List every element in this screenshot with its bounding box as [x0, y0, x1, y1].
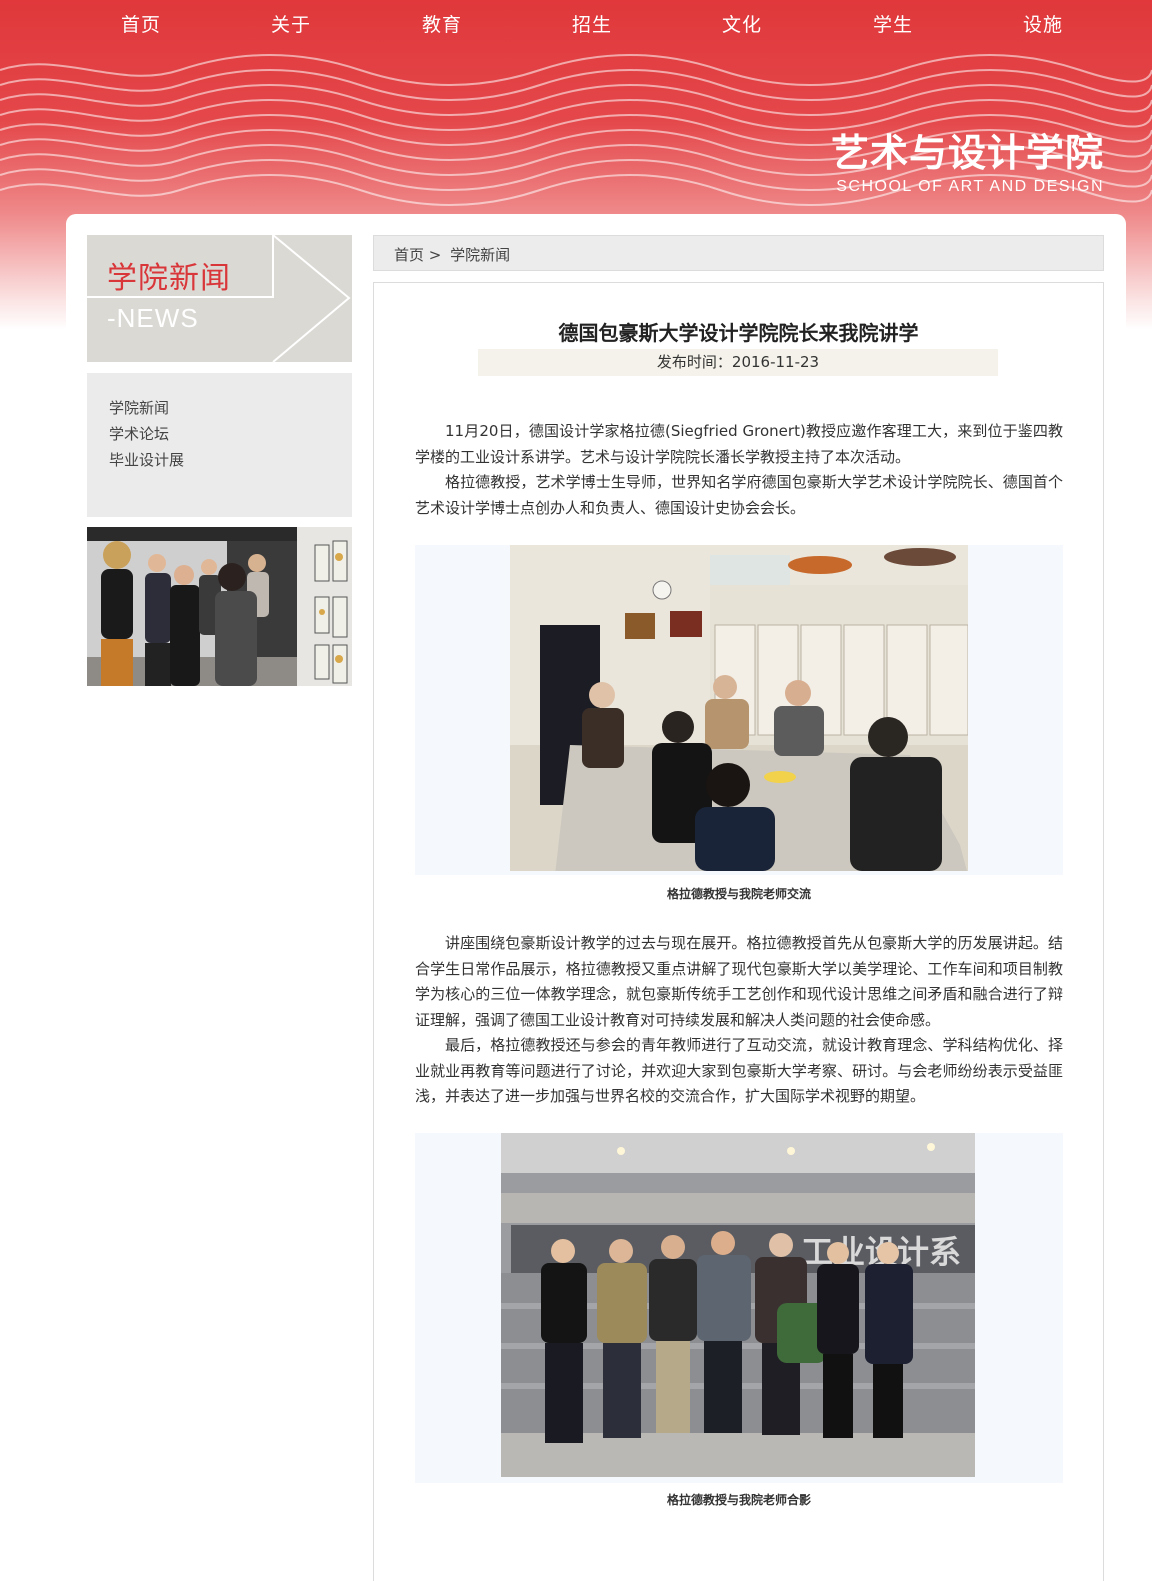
figure-1-caption: 格拉德教授与我院老师交流 [666, 887, 811, 901]
sidebar-title: 学院新闻 [107, 261, 231, 296]
sidebar-menu: 学院新闻 学术论坛 毕业设计展 [87, 373, 352, 517]
logo-english: SCHOOL OF ART AND DESIGN [836, 178, 1104, 195]
breadcrumb-home[interactable]: 首页 [394, 246, 424, 264]
breadcrumb: 首页 > 学院新闻 [373, 235, 1104, 271]
nav-home[interactable]: 首页 [91, 10, 191, 37]
nav-facilities[interactable]: 设施 [993, 10, 1093, 37]
figure-2: 工业设计系 [415, 1133, 1063, 1483]
nav-about[interactable]: 关于 [241, 10, 341, 37]
sidebar-header: 学院新闻 -NEWS [87, 235, 352, 362]
breadcrumb-separator: > [428, 246, 442, 264]
sidebar-item-graduation[interactable]: 毕业设计展 [109, 447, 352, 473]
publish-date: 发布时间：2016-11-23 [478, 349, 998, 376]
figure-1 [415, 545, 1063, 875]
sidebar-subtitle: -NEWS [107, 303, 199, 333]
meeting-photo [510, 545, 968, 871]
logo-chinese: 艺术与设计学院 [830, 131, 1104, 175]
sidebar-item-forum[interactable]: 学术论坛 [109, 421, 352, 447]
article-paragraph: 讲座围绕包豪斯设计教学的过去与现在展开。格拉德教授首先从包豪斯大学的历发展讲起。… [415, 934, 1063, 1029]
breadcrumb-current[interactable]: 学院新闻 [450, 246, 510, 264]
nav-culture[interactable]: 文化 [692, 10, 792, 37]
main-nav: 首页 关于 教育 招生 文化 学生 设施 [0, 0, 1152, 48]
sidebar-photo [87, 527, 352, 686]
group-photo: 工业设计系 [501, 1133, 975, 1477]
nav-students[interactable]: 学生 [843, 10, 943, 37]
content-container: 学院新闻 -NEWS 学院新闻 学术论坛 毕业设计展 首页 > 学院新闻 德国包… [66, 214, 1126, 1581]
article-panel: 德国包豪斯大学设计学院院长来我院讲学 发布时间：2016-11-23 11月20… [373, 282, 1104, 1581]
nav-education[interactable]: 教育 [392, 10, 492, 37]
article-title: 德国包豪斯大学设计学院院长来我院讲学 [558, 321, 919, 345]
figure-2-caption: 格拉德教授与我院老师合影 [666, 1493, 811, 1507]
article-paragraph: 11月20日，德国设计学家格拉德(Siegfried Gronert)教授应邀作… [415, 422, 1063, 466]
sidebar-item-news[interactable]: 学院新闻 [109, 395, 352, 421]
article-paragraph: 格拉德教授，艺术学博士生导师，世界知名学府德国包豪斯大学艺术设计学院院长、德国首… [415, 473, 1063, 517]
school-logo[interactable]: 艺术与设计学院 SCHOOL OF ART AND DESIGN [831, 132, 1104, 196]
article-paragraph: 最后，格拉德教授还与参会的青年教师进行了互动交流，就设计教育理念、学科结构优化、… [415, 1036, 1063, 1105]
nav-admissions[interactable]: 招生 [542, 10, 642, 37]
